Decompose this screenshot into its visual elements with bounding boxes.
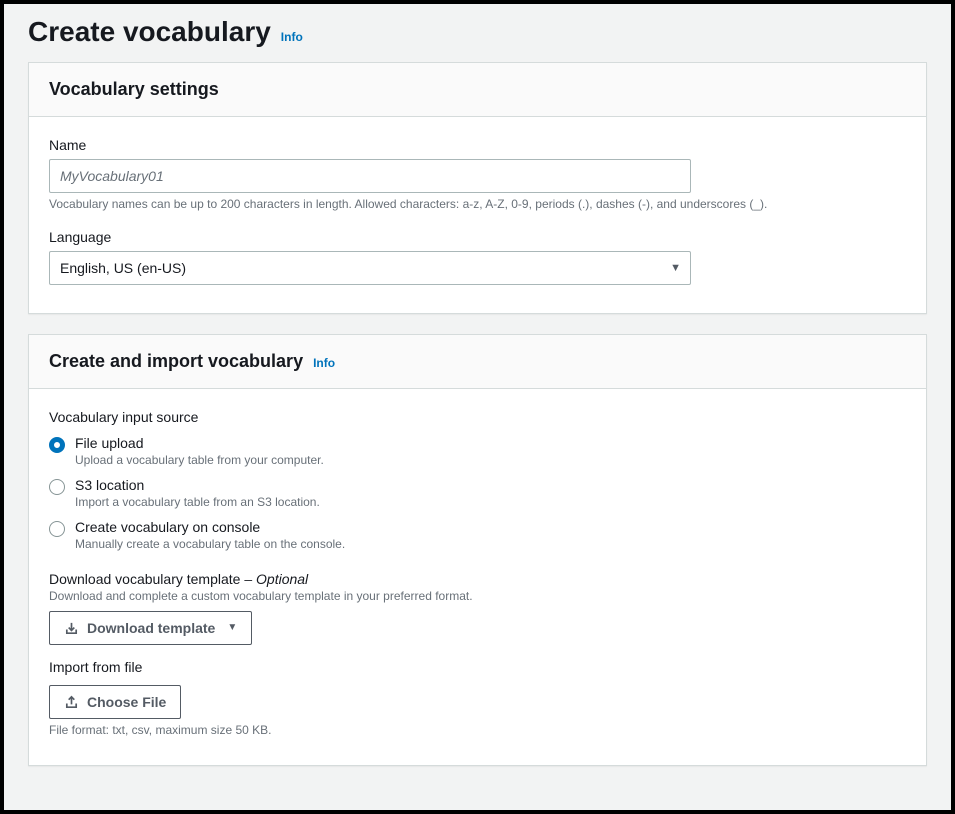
import-vocabulary-panel: Create and import vocabulary Info Vocabu…	[28, 334, 927, 766]
optional-label: – Optional	[240, 571, 308, 587]
download-icon	[64, 621, 79, 636]
info-link[interactable]: Info	[313, 356, 335, 370]
radio-content: File upload Upload a vocabulary table fr…	[75, 435, 906, 467]
download-template-group: Download vocabulary template – Optional …	[49, 571, 906, 645]
radio-create-on-console[interactable]: Create vocabulary on console Manually cr…	[49, 519, 906, 551]
download-template-label: Download vocabulary template – Optional	[49, 571, 906, 587]
panel-body: Name Vocabulary names can be up to 200 c…	[29, 117, 926, 313]
language-field-group: Language English, US (en-US) ▼	[49, 229, 906, 285]
download-template-button[interactable]: Download template ▼	[49, 611, 252, 645]
panel-title: Create and import vocabulary	[49, 351, 303, 372]
vocabulary-settings-panel: Vocabulary settings Name Vocabulary name…	[28, 62, 927, 314]
input-source-radio-group: File upload Upload a vocabulary table fr…	[49, 435, 906, 551]
language-value: English, US (en-US)	[49, 251, 691, 285]
language-select[interactable]: English, US (en-US) ▼	[49, 251, 691, 285]
chevron-down-icon: ▼	[227, 618, 237, 638]
choose-file-button-label: Choose File	[87, 692, 166, 712]
radio-label: S3 location	[75, 477, 906, 493]
info-link[interactable]: Info	[281, 30, 303, 44]
name-label: Name	[49, 137, 906, 153]
page-header: Create vocabulary Info	[28, 16, 927, 48]
panel-title: Vocabulary settings	[49, 79, 219, 100]
radio-indicator	[49, 479, 65, 495]
radio-desc: Upload a vocabulary table from your comp…	[75, 453, 906, 467]
panel-header: Vocabulary settings	[29, 63, 926, 117]
download-template-button-label: Download template	[87, 618, 215, 638]
radio-file-upload[interactable]: File upload Upload a vocabulary table fr…	[49, 435, 906, 467]
radio-desc: Import a vocabulary table from an S3 loc…	[75, 495, 906, 509]
import-file-group: Import from file Choose File File format…	[49, 659, 906, 737]
radio-desc: Manually create a vocabulary table on th…	[75, 537, 906, 551]
panel-body: Vocabulary input source File upload Uplo…	[29, 389, 926, 765]
input-source-label: Vocabulary input source	[49, 409, 906, 425]
download-template-help: Download and complete a custom vocabular…	[49, 589, 906, 603]
radio-indicator	[49, 437, 65, 453]
name-input[interactable]	[49, 159, 691, 193]
radio-label: Create vocabulary on console	[75, 519, 906, 535]
radio-content: S3 location Import a vocabulary table fr…	[75, 477, 906, 509]
name-field-group: Name Vocabulary names can be up to 200 c…	[49, 137, 906, 211]
import-file-help: File format: txt, csv, maximum size 50 K…	[49, 723, 906, 737]
radio-content: Create vocabulary on console Manually cr…	[75, 519, 906, 551]
language-label: Language	[49, 229, 906, 245]
download-template-label-text: Download vocabulary template	[49, 571, 240, 587]
page-container: Create vocabulary Info Vocabulary settin…	[4, 4, 951, 810]
name-help-text: Vocabulary names can be up to 200 charac…	[49, 197, 906, 211]
panel-header: Create and import vocabulary Info	[29, 335, 926, 389]
radio-s3-location[interactable]: S3 location Import a vocabulary table fr…	[49, 477, 906, 509]
import-file-label: Import from file	[49, 659, 906, 675]
radio-label: File upload	[75, 435, 906, 451]
radio-indicator	[49, 521, 65, 537]
page-title: Create vocabulary	[28, 16, 271, 48]
upload-icon	[64, 695, 79, 710]
choose-file-button[interactable]: Choose File	[49, 685, 181, 719]
